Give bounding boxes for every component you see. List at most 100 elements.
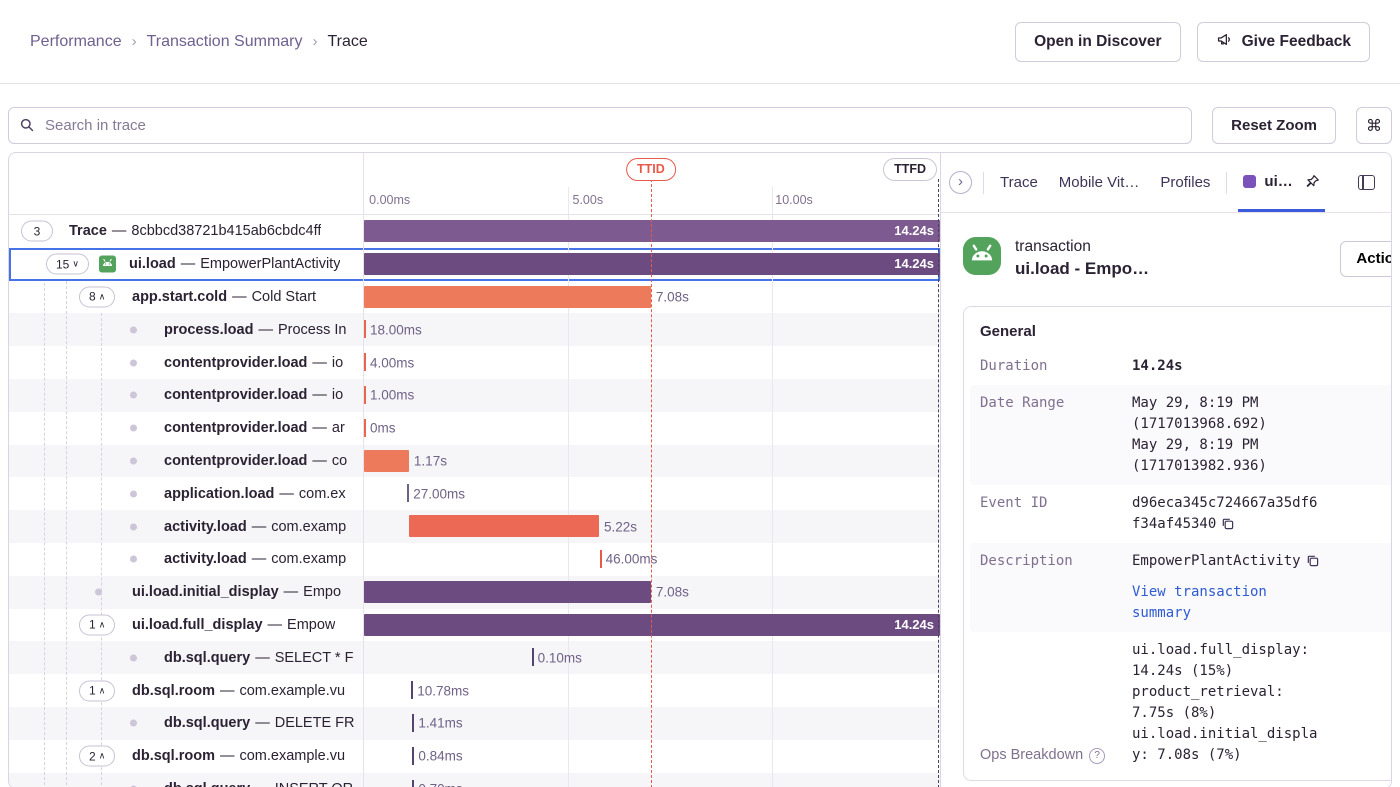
card-row-value: ui.load.full_display:14.24s (15%)product… [1132,640,1392,766]
duration-label: 0ms [370,421,396,436]
duration-label: 14.24s [894,253,934,275]
duration-bar[interactable] [364,450,409,472]
tree-guide-line [44,248,45,787]
trace-drawer: › Trace Mobile Vit… Profiles ui… [941,153,1392,787]
span-count-badge[interactable]: 8∧ [79,286,115,307]
give-feedback-button[interactable]: Give Feedback [1197,22,1370,62]
span-count-badge[interactable]: 2∧ [79,746,115,767]
trace-row[interactable]: 1∧ui.load.full_display—Empow14.24s [9,609,940,642]
trace-row[interactable]: 2∧db.sql.room—com.example.vu0.84ms [9,740,940,773]
trace-row[interactable]: contentprovider.load—io4.00ms [9,346,940,379]
tab-profiles[interactable]: Profiles [1155,174,1215,191]
layout-dock-left-button[interactable] [1358,175,1375,190]
duration-bar[interactable] [409,515,599,537]
tab-mobile-vitals[interactable]: Mobile Vit… [1054,174,1145,191]
span-op: Trace [69,223,107,239]
trace-row[interactable]: contentprovider.load—co1.17s [9,445,940,478]
span-row-label: db.sql.query—SELECT * F [164,650,353,666]
duration-bar[interactable]: 14.24s [364,220,940,242]
duration-tick[interactable] [364,353,366,371]
tree-cell: 1∧ui.load.full_display—Empow [9,609,364,642]
view-transaction-summary-link[interactable]: View transactionsummary [1132,582,1392,624]
chart-cell: 18.00ms [364,313,940,346]
search-input[interactable] [8,107,1192,144]
trace-row[interactable]: activity.load—com.examp5.22s [9,510,940,543]
trace-row[interactable]: 15∨ui.load—EmpowerPlantActivity14.24s [9,248,940,281]
open-in-discover-button[interactable]: Open in Discover [1015,22,1180,62]
trace-row[interactable]: 8∧app.start.cold—Cold Start7.08s [9,281,940,314]
shortcuts-button[interactable]: ⌘ [1356,107,1392,144]
span-description: ar [332,420,345,436]
card-row: Duration14.24s [970,348,1392,385]
actions-button[interactable]: Actions ∨ [1340,241,1392,277]
span-op: process.load [164,322,253,338]
span-op: ui.load.full_display [132,617,263,633]
trace-row[interactable]: application.load—com.ex27.00ms [9,477,940,510]
trace-row[interactable]: db.sql.query—SELECT * F0.10ms [9,641,940,674]
trace-row[interactable]: 3Trace—8cbbcd38721b415ab6cbdc4ff14.24s [9,215,940,248]
trace-row[interactable]: ui.load.initial_display—Empo7.08s [9,576,940,609]
ttfd-badge: TTFD [883,158,937,181]
tree-cell: contentprovider.load—io [9,346,364,379]
card-row: Event IDd96eca345c724667a35df6f34af45340 [970,485,1392,543]
duration-tick[interactable] [407,484,409,502]
duration-tick[interactable] [364,419,366,437]
duration-tick[interactable] [412,747,414,765]
duration-bar[interactable]: 14.24s [364,253,940,275]
duration-bar[interactable]: 14.24s [364,614,940,636]
trace-row[interactable]: contentprovider.load—ar0ms [9,412,940,445]
breadcrumb-transaction-summary[interactable]: Transaction Summary [147,33,303,51]
tree-cell: 1∧ db.sql.room—com.example.vu [9,674,364,707]
copy-icon[interactable] [1306,554,1319,567]
duration-tick[interactable] [412,780,414,787]
trace-row[interactable]: activity.load—com.examp46.00ms [9,543,940,576]
duration-tick[interactable] [600,550,602,568]
card-key-label: Date Range [980,395,1064,411]
span-count-badge[interactable]: 1∧ [79,680,115,701]
copy-icon[interactable] [1221,517,1234,530]
tab-transaction-active[interactable]: ui… [1238,153,1324,212]
span-row-label: db.sql.room—com.example.vu [132,683,345,699]
value-line: (1717013982.936) [1132,456,1392,477]
chart-cell: 0.84ms [364,740,940,773]
tab-trace[interactable]: Trace [995,174,1043,191]
span-row-label: activity.load—com.examp [164,551,346,567]
collapse-panel-button[interactable]: › [949,171,972,194]
span-description: 8cbbcd38721b415ab6cbdc4ff [131,223,321,239]
axis-tick-label: 0.00ms [369,193,410,207]
trace-row[interactable]: process.load—Process In18.00ms [9,313,940,346]
trace-row[interactable]: 1∧db.sql.room—com.example.vu10.78ms [9,674,940,707]
duration-tick[interactable] [532,648,534,666]
value-line: 7.75s (8%) [1132,703,1392,724]
op-separator: — [268,617,283,633]
card-key-label: Event ID [980,495,1047,511]
trace-row[interactable]: contentprovider.load—io1.00ms [9,379,940,412]
breadcrumb-performance[interactable]: Performance [30,33,122,51]
span-count-badge[interactable]: 1∧ [79,614,115,635]
duration-bar[interactable] [364,581,651,603]
card-title: General [970,313,1392,348]
value-line: May 29, 8:19 PM [1132,393,1392,414]
trace-row[interactable]: db.sql.query—DELETE FR1.41ms [9,707,940,740]
span-count-badge[interactable]: 15∨ [46,254,89,275]
value-line: 14.24s (15%) [1132,661,1392,682]
connector-dot [130,326,137,333]
value-line: ui.load.initial_displa [1132,724,1392,745]
value-line: May 29, 8:19 PM [1132,435,1392,456]
megaphone-icon [1216,31,1233,53]
value-line: EmpowerPlantActivity [1132,551,1392,572]
duration-tick[interactable] [411,681,413,699]
pin-icon[interactable] [1305,174,1320,189]
duration-bar[interactable] [364,286,651,308]
help-icon[interactable]: ? [1089,748,1105,764]
card-key-label: Description [980,553,1073,569]
trace-row[interactable]: db.sql.query—INSERT OR0.70ms [9,773,940,787]
duration-tick[interactable] [412,714,414,732]
reset-zoom-button[interactable]: Reset Zoom [1212,107,1336,144]
op-separator: — [252,519,267,535]
duration-tick[interactable] [364,386,366,404]
span-count-badge[interactable]: 3 [21,221,53,242]
duration-tick[interactable] [364,320,366,338]
op-separator: — [312,387,327,403]
chart-cell: 4.00ms [364,346,940,379]
